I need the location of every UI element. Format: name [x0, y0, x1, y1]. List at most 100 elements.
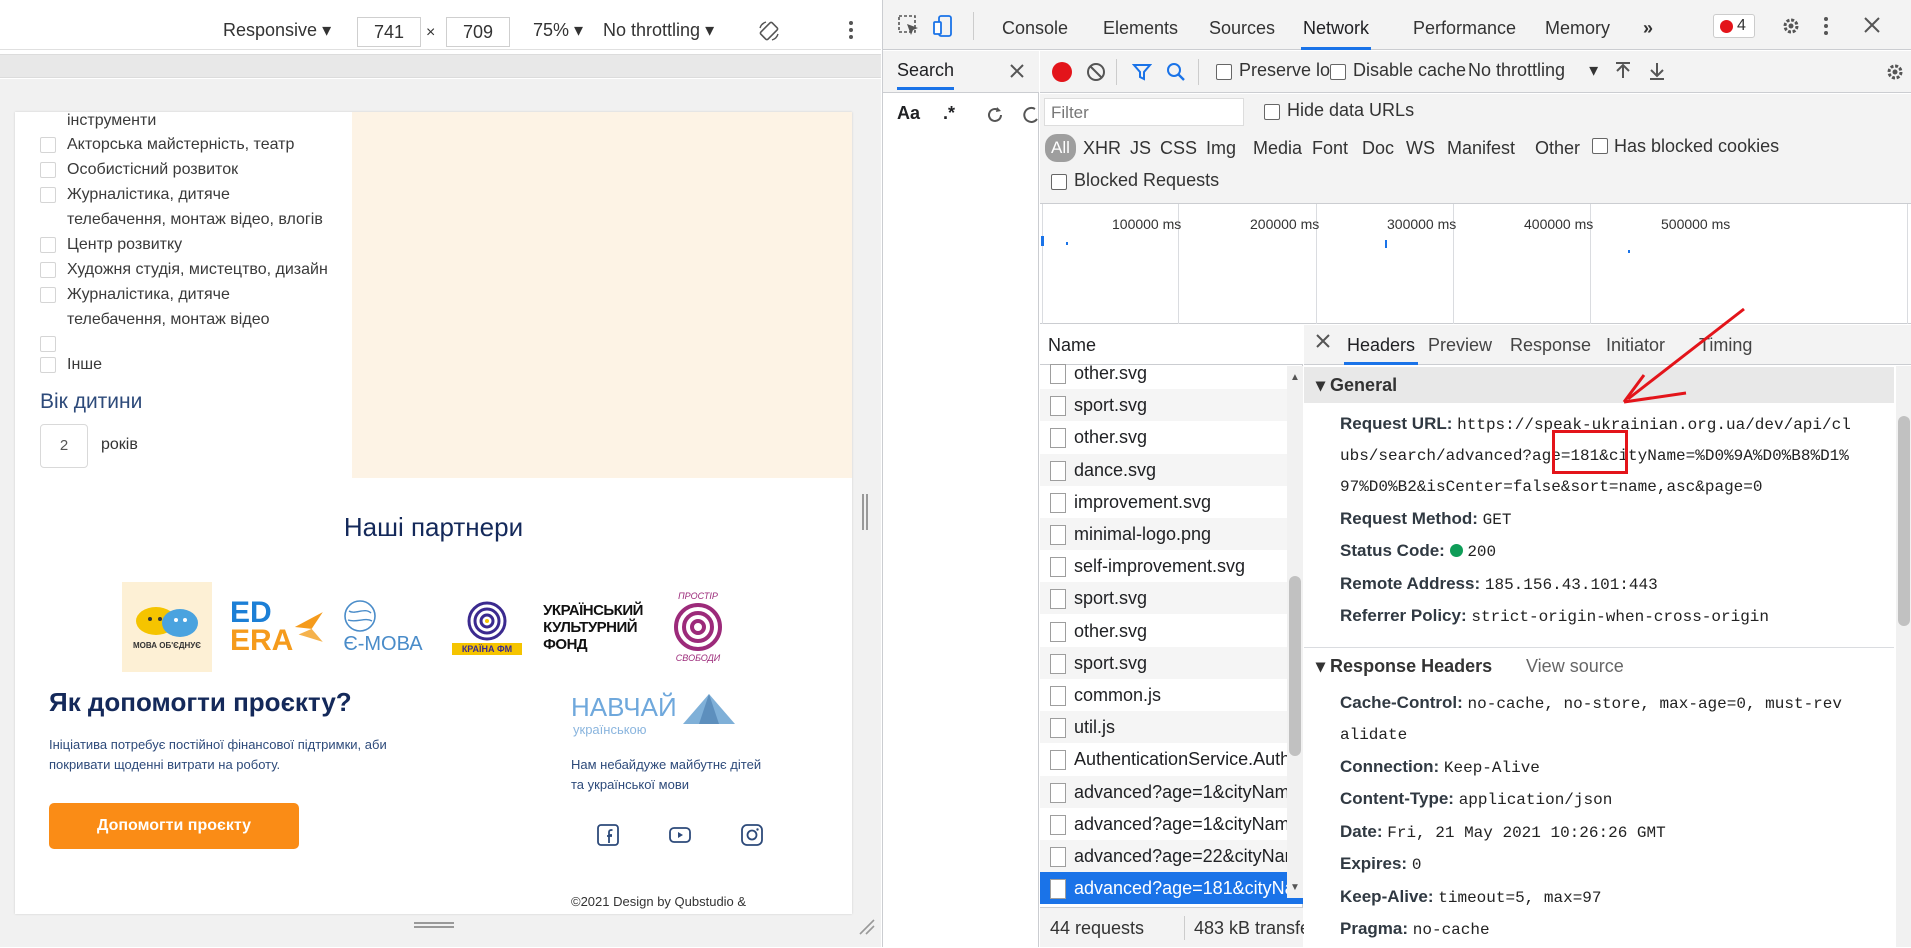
viewport-corner-resize-icon[interactable]: [858, 918, 876, 936]
request-row[interactable]: advanced?age=22&cityNam: [1040, 840, 1303, 872]
network-throttling-dropdown[interactable]: No throttling ▾: [1468, 60, 1598, 81]
device-mode-dropdown[interactable]: Responsive ▾: [223, 20, 331, 41]
type-filter-js[interactable]: JS: [1130, 138, 1151, 159]
request-list-scroll-thumb[interactable]: [1289, 576, 1301, 756]
request-row[interactable]: common.js: [1040, 679, 1303, 711]
blocked-requests-checkbox[interactable]: [1051, 174, 1067, 190]
rotate-icon[interactable]: [758, 20, 780, 42]
inspect-element-icon[interactable]: [897, 14, 921, 38]
category-checkbox[interactable]: [40, 262, 56, 278]
tab-performance[interactable]: Performance: [1413, 0, 1516, 50]
type-filter-media[interactable]: Media: [1253, 138, 1302, 159]
tab-network[interactable]: Network: [1301, 0, 1372, 50]
category-checkbox[interactable]: [40, 287, 56, 303]
tab-response[interactable]: Response: [1510, 325, 1591, 365]
has-blocked-cookies-checkbox[interactable]: [1592, 138, 1608, 154]
request-row[interactable]: other.svg: [1040, 421, 1303, 453]
request-row[interactable]: advanced?age=181&cityNa: [1040, 872, 1303, 905]
tab-sources[interactable]: Sources: [1209, 0, 1275, 50]
type-filter-xhr[interactable]: XHR: [1083, 138, 1121, 159]
error-badge[interactable]: 4: [1713, 14, 1755, 38]
category-checkbox[interactable]: [40, 237, 56, 253]
mova-logo[interactable]: МОВА ОБ'ЄДНУЄ: [122, 582, 212, 672]
clear-search-icon[interactable]: [1021, 105, 1039, 125]
type-filter-other[interactable]: Other: [1535, 138, 1580, 159]
device-toolbar-toggle-icon[interactable]: [933, 14, 957, 38]
request-row[interactable]: util.js: [1040, 711, 1303, 744]
request-row[interactable]: self-improvement.svg: [1040, 550, 1303, 582]
help-project-button[interactable]: Допомогти проєкту: [49, 803, 299, 849]
type-filter-ws[interactable]: WS: [1406, 138, 1435, 159]
request-row[interactable]: other.svg: [1040, 357, 1303, 389]
width-input[interactable]: 741: [357, 17, 421, 47]
general-section-header[interactable]: ▾ General: [1304, 367, 1894, 403]
type-filter-img[interactable]: Img: [1206, 138, 1236, 159]
close-details-icon[interactable]: [1316, 334, 1330, 348]
view-source-link[interactable]: View source: [1526, 648, 1624, 684]
more-tabs-button[interactable]: »: [1643, 0, 1653, 50]
tab-preview[interactable]: Preview: [1428, 325, 1492, 365]
prostir-svobody-logo[interactable]: ПРОСТІР СВОБОДИ: [658, 582, 738, 672]
tab-headers[interactable]: Headers: [1344, 325, 1419, 365]
search-tab[interactable]: Search: [897, 60, 955, 90]
emova-logo[interactable]: Є-МОВА: [333, 582, 433, 672]
tab-memory[interactable]: Memory: [1545, 0, 1610, 50]
request-row[interactable]: sport.svg: [1040, 582, 1303, 615]
type-filter-manifest[interactable]: Manifest: [1447, 138, 1515, 159]
age-input[interactable]: 2: [40, 424, 88, 468]
category-checkbox[interactable]: [40, 187, 56, 203]
type-filter-font[interactable]: Font: [1312, 138, 1348, 159]
request-row[interactable]: AuthenticationService.Authe: [1040, 743, 1303, 775]
request-row[interactable]: minimal-logo.png: [1040, 518, 1303, 550]
category-checkbox[interactable]: [40, 357, 56, 373]
height-input[interactable]: 709: [446, 17, 510, 47]
tab-console[interactable]: Console: [1002, 0, 1068, 50]
record-icon[interactable]: [1052, 62, 1072, 82]
tab-elements[interactable]: Elements: [1103, 0, 1178, 50]
edera-logo[interactable]: ED ERA: [230, 582, 325, 672]
settings-gear-icon[interactable]: [1781, 16, 1801, 36]
type-filter-css[interactable]: CSS: [1160, 138, 1197, 159]
media-query-ruler[interactable]: [0, 54, 881, 78]
category-checkbox[interactable]: [40, 162, 56, 178]
request-row[interactable]: dance.svg: [1040, 453, 1303, 486]
device-more-icon[interactable]: [848, 20, 854, 40]
import-har-icon[interactable]: [1614, 61, 1632, 81]
export-har-icon[interactable]: [1648, 61, 1666, 81]
request-row[interactable]: sport.svg: [1040, 389, 1303, 422]
request-list-scrollbar[interactable]: ▲ ▼: [1287, 366, 1303, 898]
refresh-search-icon[interactable]: [985, 105, 1005, 125]
scroll-down-icon[interactable]: ▼: [1290, 882, 1300, 893]
instagram-icon[interactable]: [741, 824, 763, 846]
type-filter-all[interactable]: All: [1045, 134, 1076, 162]
request-row[interactable]: improvement.svg: [1040, 486, 1303, 518]
viewport-bottom-resize-handle[interactable]: [414, 922, 454, 928]
type-filter-doc[interactable]: Doc: [1362, 138, 1394, 159]
category-checkbox[interactable]: [40, 137, 56, 153]
navchai-logo[interactable]: НАВЧАЙ українською: [571, 690, 741, 742]
request-row[interactable]: advanced?age=1&cityName: [1040, 775, 1303, 808]
scroll-up-icon[interactable]: ▲: [1290, 372, 1300, 383]
match-case-toggle[interactable]: Aa: [897, 103, 920, 124]
devtools-more-icon[interactable]: [1823, 16, 1829, 36]
request-row[interactable]: advanced?age=1&cityName: [1040, 808, 1303, 840]
viewport-right-resize-handle[interactable]: [862, 494, 868, 530]
facebook-icon[interactable]: [597, 824, 619, 846]
youtube-icon[interactable]: [669, 824, 691, 846]
request-row[interactable]: other.svg: [1040, 615, 1303, 647]
close-devtools-icon[interactable]: [1863, 16, 1881, 34]
filter-input[interactable]: Filter: [1044, 98, 1244, 126]
category-checkbox[interactable]: [40, 336, 56, 352]
throttling-dropdown[interactable]: No throttling ▾: [603, 20, 714, 41]
preserve-log-checkbox[interactable]: [1216, 64, 1232, 80]
zoom-dropdown[interactable]: 75% ▾: [533, 20, 583, 41]
regex-toggle[interactable]: .*: [943, 103, 955, 124]
close-search-icon[interactable]: [1009, 63, 1025, 79]
search-icon[interactable]: [1166, 62, 1186, 82]
filter-icon[interactable]: [1132, 62, 1152, 82]
details-scroll-thumb[interactable]: [1898, 416, 1910, 626]
map-area[interactable]: [352, 112, 852, 478]
disable-cache-checkbox[interactable]: [1330, 64, 1346, 80]
ukrainian-cultural-fund-logo[interactable]: УКРАЇНСЬКИЙ КУЛЬТУРНИЙ ФОНД: [543, 582, 643, 672]
hide-data-urls-checkbox[interactable]: [1264, 104, 1280, 120]
